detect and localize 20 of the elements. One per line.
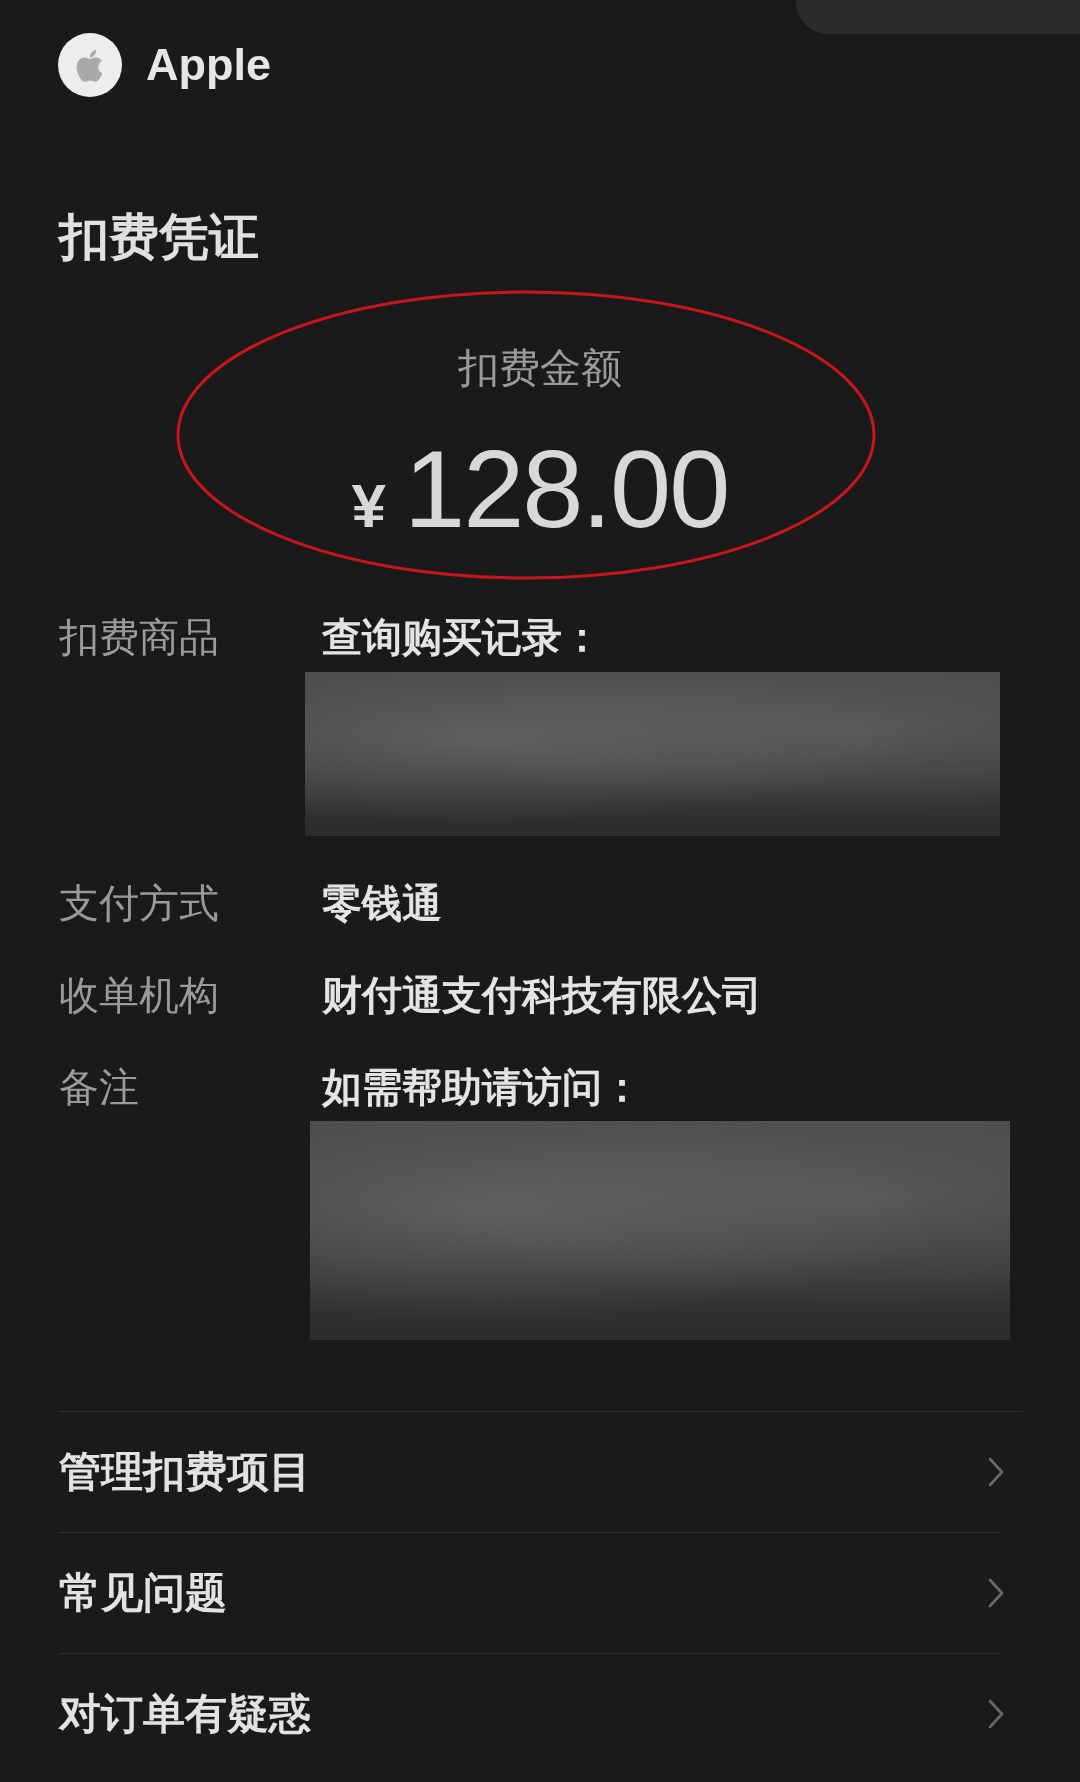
detail-label: 支付方式 (59, 879, 219, 928)
detail-value: 查询购买记录： (322, 613, 602, 662)
detail-value: 财付通支付科技有限公司 (322, 971, 762, 1020)
chevron-right-icon (988, 1699, 1004, 1729)
chevron-right-icon (988, 1457, 1004, 1487)
amount-label: 扣费金额 (458, 343, 622, 393)
menu-item[interactable]: 管理扣费项目 (59, 1412, 1004, 1532)
detail-label: 收单机构 (59, 971, 219, 1020)
page-title: 扣费凭证 (59, 207, 259, 267)
menu-item[interactable]: 常见问题 (59, 1533, 1004, 1653)
detail-label: 备注 (59, 1063, 139, 1112)
amount-value: 128.00 (404, 429, 729, 549)
brand-name: Apple (146, 39, 271, 91)
detail-value: 如需帮助请访问： (322, 1063, 642, 1112)
apple-logo-icon (58, 33, 122, 97)
menu-item[interactable]: 对订单有疑惑 (59, 1654, 1004, 1774)
currency-symbol: ¥ (351, 470, 386, 542)
detail-label: 扣费商品 (59, 613, 219, 662)
detail-value: 零钱通 (322, 879, 442, 928)
chevron-right-icon (988, 1578, 1004, 1608)
